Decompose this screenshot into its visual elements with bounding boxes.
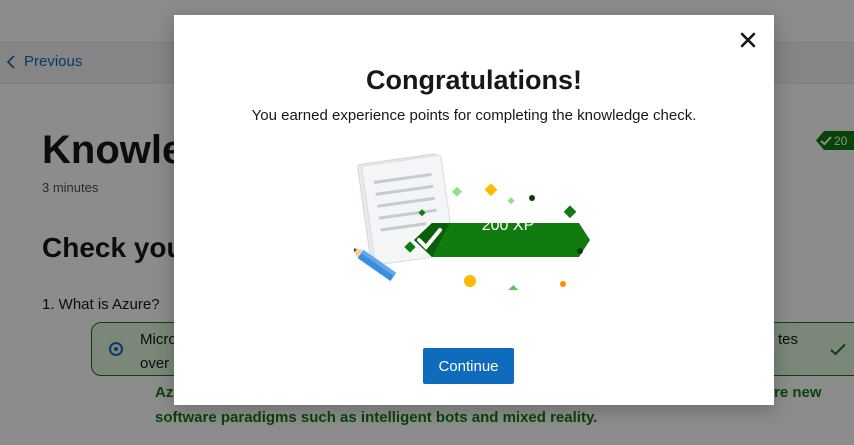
dialog-title: Congratulations! (366, 65, 582, 95)
congratulations-dialog: Congratulations! You earned experience p… (174, 15, 774, 405)
xp-earned-label: 200 XP (481, 217, 535, 234)
close-icon[interactable] (738, 30, 758, 50)
dialog-subtitle: You earned experience points for complet… (251, 107, 697, 124)
continue-button[interactable]: Continue (423, 348, 514, 384)
